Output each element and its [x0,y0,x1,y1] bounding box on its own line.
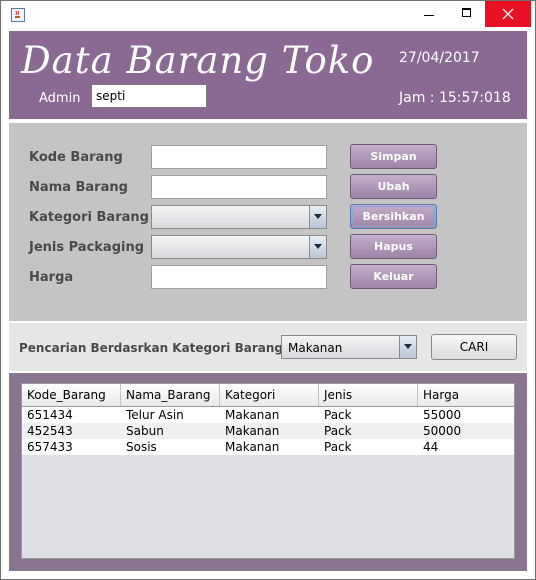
close-icon [502,8,514,20]
close-button[interactable] [485,1,531,27]
cell-kategori: Makanan [225,408,280,422]
app-title: Data Barang Toko [21,39,375,82]
search-label: Pencarian Berdasrkan Kategori Barang [19,341,283,355]
clock-display: Jam : 15:57:018 [399,90,511,106]
column-header-kode[interactable]: Kode_Barang [22,384,121,406]
maximize-icon [462,8,471,17]
nama-barang-label: Nama Barang [29,180,128,195]
date-display: 27/04/2017 [399,50,480,66]
maximize-button[interactable] [445,1,489,27]
cell-harga: 44 [423,440,439,454]
keluar-button[interactable]: Keluar [350,264,437,289]
admin-field[interactable]: septi [91,84,207,108]
column-header-kategori[interactable]: Kategori [220,384,319,406]
header-panel: Data Barang Toko Admin septi 27/04/2017 … [9,31,527,119]
kode-barang-field[interactable] [151,145,327,169]
chevron-down-icon [404,344,412,349]
kategori-dropdown-button[interactable] [309,206,326,228]
java-coffee-icon [11,8,25,22]
admin-label: Admin [39,91,81,106]
hapus-button[interactable]: Hapus [350,234,437,259]
search-dropdown-button[interactable] [399,336,416,358]
table-row[interactable]: 651434 Telur Asin Makanan Pack 55000 [22,407,514,423]
cell-jenis: Pack [324,440,352,454]
cell-jenis: Pack [324,408,352,422]
search-panel: Pencarian Berdasrkan Kategori Barang Mak… [9,323,527,371]
column-header-harga[interactable]: Harga [418,384,514,406]
harga-field[interactable] [151,265,327,289]
chevron-down-icon [314,214,322,219]
cell-nama: Sosis [126,440,157,454]
cell-harga: 55000 [423,408,462,422]
table-header: Kode_Barang Nama_Barang Kategori Jenis H… [22,384,514,407]
cell-jenis: Pack [324,424,352,438]
item-form-panel: Kode Barang Nama Barang Kategori Barang … [9,123,527,321]
kode-barang-label: Kode Barang [29,150,123,165]
title-bar [1,1,535,29]
jenis-packaging-select[interactable] [151,235,327,259]
ubah-button[interactable]: Ubah [350,174,437,199]
column-header-nama[interactable]: Nama_Barang [121,384,220,406]
cari-button[interactable]: CARI [431,334,517,360]
cell-harga: 50000 [423,424,462,438]
harga-label: Harga [29,270,74,285]
search-selected-value: Makanan [288,341,343,355]
cell-kode: 651434 [27,408,73,422]
table-row[interactable]: 657433 Sosis Makanan Pack 44 [22,439,514,455]
nama-barang-field[interactable] [151,175,327,199]
search-category-select[interactable]: Makanan [281,335,417,359]
simpan-button[interactable]: Simpan [350,144,437,169]
bersihkan-button[interactable]: Bersihkan [350,204,437,229]
cell-nama: Sabun [126,424,164,438]
app-window: Data Barang Toko Admin septi 27/04/2017 … [0,0,536,580]
table-row[interactable]: 452543 Sabun Makanan Pack 50000 [22,423,514,439]
kategori-barang-label: Kategori Barang [29,210,149,225]
column-header-jenis[interactable]: Jenis [319,384,418,406]
table-panel: Kode_Barang Nama_Barang Kategori Jenis H… [9,373,527,571]
jenis-packaging-label: Jenis Packaging [29,240,145,255]
items-table[interactable]: Kode_Barang Nama_Barang Kategori Jenis H… [21,383,515,559]
cell-kode: 452543 [27,424,73,438]
jenis-dropdown-button[interactable] [309,236,326,258]
cell-kategori: Makanan [225,440,280,454]
kategori-barang-select[interactable] [151,205,327,229]
chevron-down-icon [314,244,322,249]
minimize-icon [424,15,434,16]
cell-kode: 657433 [27,440,73,454]
cell-nama: Telur Asin [126,408,184,422]
cell-kategori: Makanan [225,424,280,438]
